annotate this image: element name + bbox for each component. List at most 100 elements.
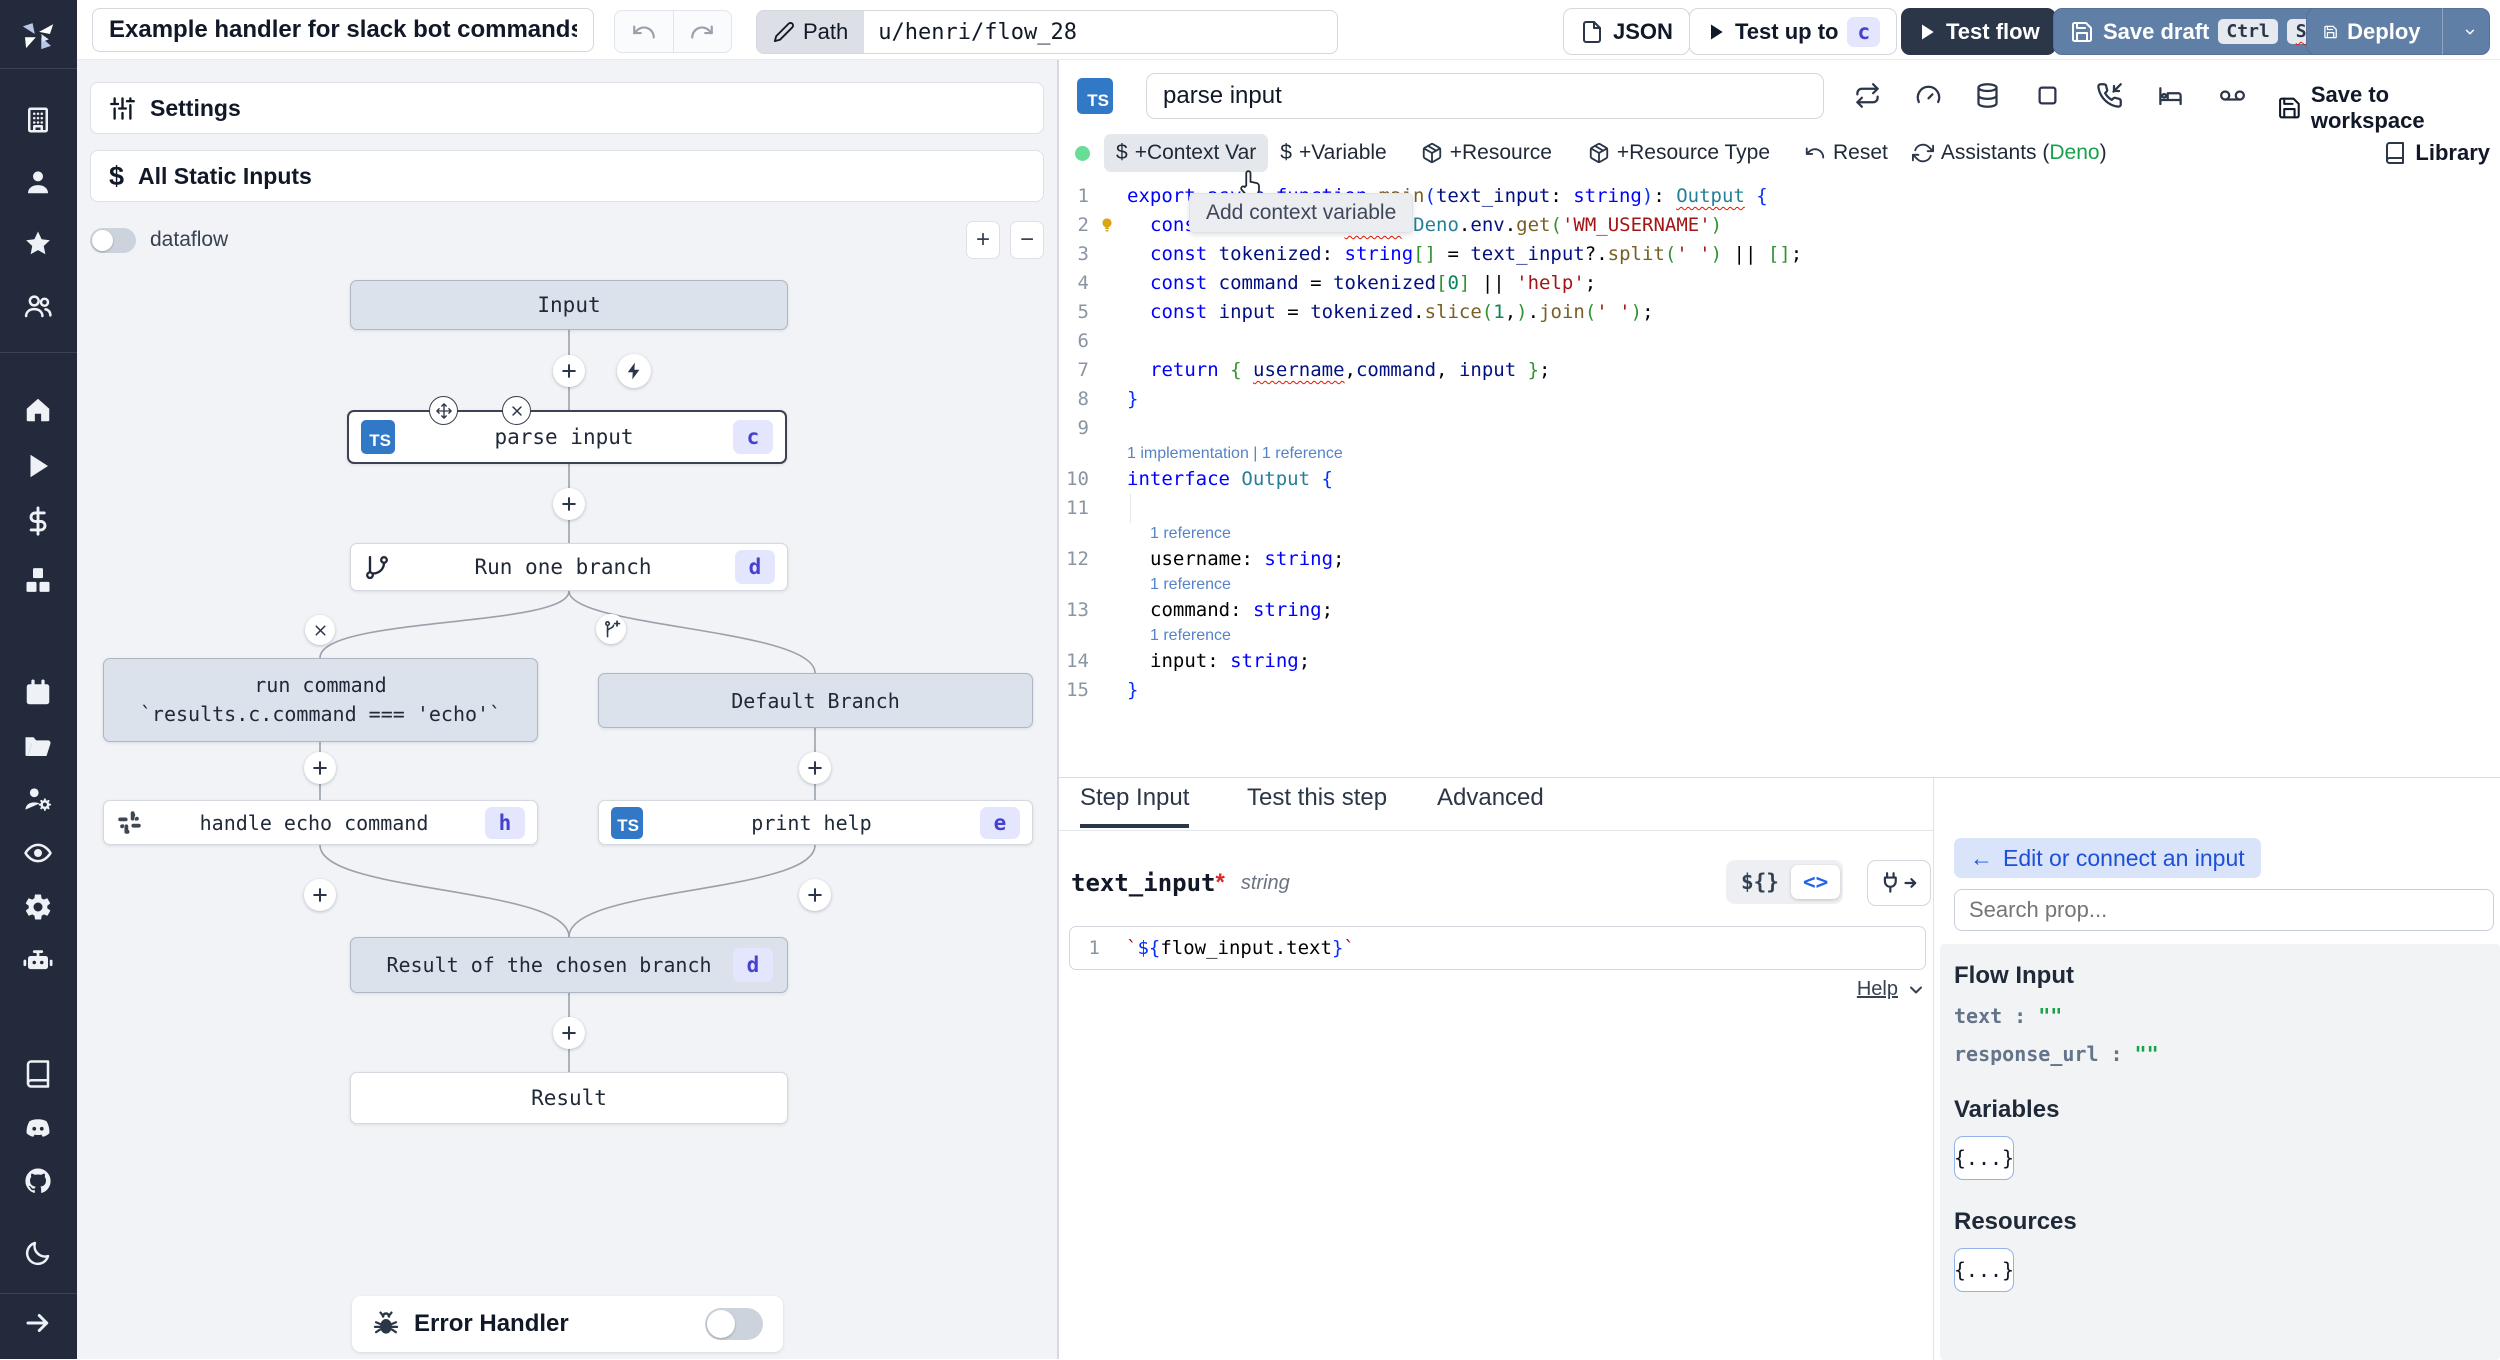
voicemail-icon[interactable] <box>2219 82 2246 109</box>
node-handle-echo-command[interactable]: handle echo command h <box>103 800 538 845</box>
sidebar-discord-icon[interactable] <box>23 1114 53 1144</box>
add-context-var-button[interactable]: $ +Context Var <box>1104 134 1269 172</box>
sidebar-user-cog-icon[interactable] <box>23 784 53 814</box>
node-parse-input[interactable]: TS parse input c <box>347 410 787 464</box>
move-step-button[interactable] <box>429 396 458 425</box>
resources-object-chip[interactable]: {...} <box>1954 1248 2014 1292</box>
add-step-button[interactable] <box>799 752 831 784</box>
codelens[interactable]: 1 reference <box>1059 574 2500 596</box>
node-run-one-branch[interactable]: Run one branch d <box>350 543 788 591</box>
flow-settings-button[interactable]: Settings <box>90 82 1044 134</box>
add-step-button[interactable] <box>304 752 336 784</box>
trigger-button[interactable] <box>617 354 651 388</box>
edit-or-connect-button[interactable]: ← Edit or connect an input <box>1954 838 2261 878</box>
sidebar-home-icon[interactable] <box>23 395 53 425</box>
codelens[interactable]: 1 reference <box>1059 625 2500 647</box>
add-step-button[interactable] <box>553 1017 585 1049</box>
sidebar-arrow-right-icon[interactable] <box>23 1308 53 1338</box>
plug-arrow-icon <box>1878 870 1920 896</box>
gauge-icon[interactable] <box>1915 82 1942 109</box>
expression-editor[interactable]: 1 `${flow_input.text}` <box>1069 926 1926 970</box>
sidebar-book-icon[interactable] <box>23 1059 53 1089</box>
zoom-in-button[interactable]: + <box>966 221 1000 259</box>
save-draft-button[interactable]: Save draft Ctrl S <box>2053 8 2333 55</box>
zoom-out-button[interactable]: − <box>1010 221 1044 259</box>
node-chosen-branch-result[interactable]: Result of the chosen branch d <box>350 937 788 993</box>
tab-test-this-step[interactable]: Test this step <box>1247 784 1387 824</box>
save-icon <box>2070 20 2094 44</box>
sidebar-dollar-icon[interactable] <box>23 506 53 536</box>
save-to-workspace-button[interactable]: Save to workspace <box>2277 82 2500 134</box>
bed-icon[interactable] <box>2157 82 2184 109</box>
test-flow-button[interactable]: Test flow <box>1901 8 2056 55</box>
sidebar-robot-icon[interactable] <box>23 946 53 976</box>
test-up-to-button[interactable]: Test up to c <box>1689 8 1898 55</box>
remove-step-button[interactable] <box>502 396 531 425</box>
dollar-icon: $ <box>109 160 125 191</box>
sidebar-play-icon[interactable] <box>23 451 53 481</box>
plus-icon <box>559 494 579 514</box>
lightbulb-icon[interactable] <box>1097 215 1117 235</box>
connect-input-button[interactable] <box>1867 860 1931 906</box>
step-name-input[interactable] <box>1146 73 1824 119</box>
sidebar-boxes-icon[interactable] <box>23 565 53 595</box>
sidebar-user-icon[interactable] <box>23 167 53 197</box>
path-button[interactable]: Path u/henri/flow_28 <box>756 10 1338 54</box>
sidebar-calendar-icon[interactable] <box>23 678 53 708</box>
codelens[interactable]: 1 reference <box>1059 523 2500 545</box>
sidebar-users-icon[interactable] <box>23 291 53 321</box>
undo-icon[interactable] <box>615 11 673 52</box>
chevron-down-icon[interactable] <box>1906 980 1926 1000</box>
sidebar-folder-open-icon[interactable] <box>23 731 53 761</box>
square-icon[interactable] <box>2034 82 2061 109</box>
deploy-button[interactable]: Deploy <box>2306 8 2490 55</box>
line-number: 12 <box>1066 548 1089 570</box>
repeat-icon[interactable] <box>1854 82 1881 109</box>
windmill-logo-icon[interactable] <box>12 8 64 60</box>
flow-input-prop[interactable]: text: "" <box>1954 1004 2500 1028</box>
add-resource-button[interactable]: +Resource <box>1409 134 1564 172</box>
all-static-inputs-button[interactable]: $ All Static Inputs <box>90 150 1044 202</box>
variables-object-chip[interactable]: {...} <box>1954 1136 2014 1180</box>
sidebar-moon-icon[interactable] <box>23 1238 53 1268</box>
node-default-branch[interactable]: Default Branch <box>598 673 1033 728</box>
redo-icon[interactable] <box>672 11 732 52</box>
remove-branch-button[interactable] <box>305 615 335 645</box>
reset-button[interactable]: Reset <box>1792 134 1900 172</box>
sidebar-gear-icon[interactable] <box>23 892 53 922</box>
library-button[interactable]: Library <box>2383 140 2490 166</box>
node-result[interactable]: Result <box>350 1072 788 1124</box>
database-icon[interactable] <box>1974 82 2001 109</box>
dataflow-toggle[interactable] <box>90 227 136 253</box>
code-area[interactable]: 1export async function main(text_input: … <box>1059 182 2500 777</box>
tab-step-input[interactable]: Step Input <box>1080 784 1190 828</box>
phone-incoming-icon[interactable] <box>2096 82 2123 109</box>
error-handler-toggle[interactable] <box>705 1308 763 1340</box>
sidebar-eye-icon[interactable] <box>23 838 53 868</box>
chevron-down-icon[interactable] <box>2463 21 2477 43</box>
codelens[interactable]: 1 implementation | 1 reference <box>1059 443 2500 465</box>
expr-mode-button[interactable]: ${} <box>1729 865 1791 899</box>
sidebar-star-icon[interactable] <box>23 229 53 259</box>
flow-input-prop[interactable]: response_url: "" <box>1954 1042 2500 1066</box>
node-print-help[interactable]: TS print help e <box>598 800 1033 845</box>
flow-title-input[interactable] <box>92 8 594 52</box>
assistants-button[interactable]: Assistants (Deno) <box>1900 134 2119 172</box>
tab-advanced[interactable]: Advanced <box>1437 784 1544 824</box>
add-resource-type-button[interactable]: +Resource Type <box>1576 134 1782 172</box>
add-step-button[interactable] <box>553 355 585 387</box>
help-link[interactable]: Help <box>1857 978 1898 1001</box>
search-prop-input[interactable] <box>1954 889 2494 931</box>
json-button[interactable]: JSON <box>1563 8 1690 55</box>
code-mode-button[interactable]: <> <box>1790 865 1841 899</box>
add-branch-button[interactable] <box>596 614 626 644</box>
sidebar-github-icon[interactable] <box>23 1166 53 1196</box>
add-variable-button[interactable]: $ +Variable <box>1268 134 1398 172</box>
code-editor-panel: TS Save to workspace $+Context Var $+Var… <box>1059 60 2500 777</box>
sidebar-building-icon[interactable] <box>23 105 53 135</box>
add-step-button[interactable] <box>553 488 585 520</box>
node-input[interactable]: Input <box>350 280 788 330</box>
add-step-button[interactable] <box>799 879 831 911</box>
node-run-command-branch[interactable]: run command `results.c.command === 'echo… <box>103 658 538 742</box>
add-step-button[interactable] <box>304 879 336 911</box>
